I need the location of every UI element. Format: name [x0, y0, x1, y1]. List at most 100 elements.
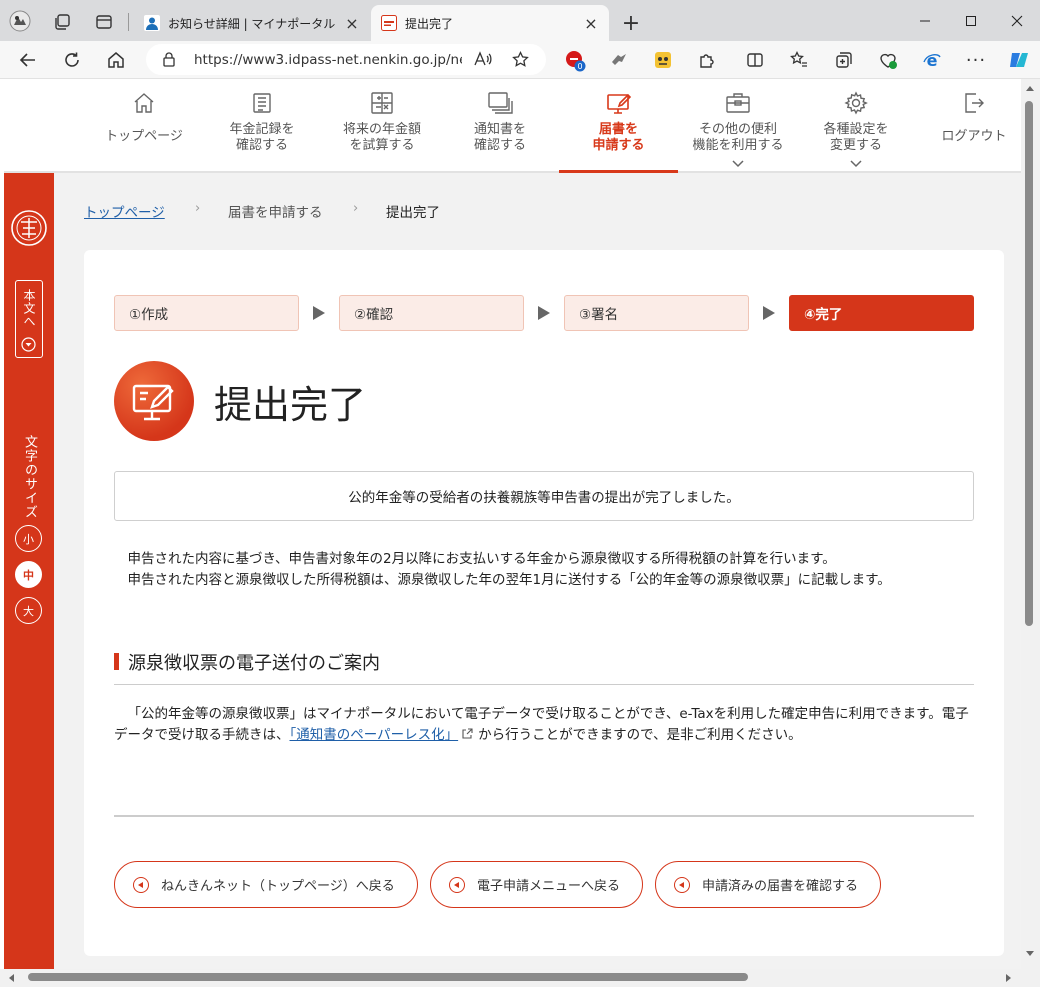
step-arrow-icon — [763, 306, 775, 320]
back-arrow-circle-icon — [674, 876, 690, 893]
home-browser-icon[interactable] — [104, 48, 128, 72]
close-tab-icon[interactable]: × — [583, 14, 599, 33]
skip-label: 本文へ — [22, 289, 36, 328]
site-navigation: トップページ 年金記録を 確認する 将来の年金額 を試算する 通知書を 確認する… — [4, 79, 1021, 173]
nav-label: 届書を 申請する — [592, 122, 645, 153]
scroll-left-icon[interactable] — [8, 974, 14, 982]
section-heading: 源泉徴収票の電子送付のご案内 — [114, 649, 974, 685]
documents-icon — [487, 90, 513, 116]
nav-label: 年金記録を 確認する — [229, 122, 295, 153]
collections-icon[interactable] — [832, 48, 856, 72]
nav-item-top-page[interactable]: トップページ — [88, 79, 200, 173]
chevron-down-icon — [732, 160, 744, 168]
more-menu-icon[interactable]: ··· — [964, 48, 988, 72]
submit-form-icon — [606, 90, 632, 116]
step-arrow-icon — [538, 306, 550, 320]
svg-text:e: e — [927, 51, 938, 70]
font-size-label: 文字のサイズ — [22, 435, 37, 519]
breadcrumb-submit-forms: 届書を申請する — [228, 205, 323, 221]
button-label: 申請済みの届書を確認する — [702, 879, 859, 894]
completion-message: 公的年金等の受給者の扶養親族等申告書の提出が完了しました。 — [348, 490, 740, 506]
logout-icon — [962, 90, 986, 116]
extension-icon[interactable] — [607, 48, 631, 72]
vertical-tabs-icon[interactable] — [92, 10, 116, 34]
breadcrumb-home-link[interactable]: トップページ — [84, 201, 165, 221]
favorite-star-icon[interactable] — [512, 51, 529, 68]
nav-item-notices[interactable]: 通知書を 確認する — [444, 79, 556, 173]
tab-submission-complete[interactable]: 提出完了 × — [371, 5, 609, 41]
step-complete: ④完了 — [789, 295, 974, 331]
tab-mynaportal[interactable]: お知らせ詳細 | マイナポータル × — [134, 5, 370, 41]
scroll-up-icon[interactable] — [1026, 85, 1034, 91]
info-paragraph-2: 申告された内容と源泉徴収した所得税額は、源泉徴収した年の翌年1月に送付する「公的… — [127, 572, 891, 588]
view-submitted-forms-button[interactable]: 申請済みの届書を確認する — [655, 861, 881, 908]
extensions-puzzle-icon[interactable] — [695, 48, 719, 72]
paperless-notice-link[interactable]: 「通知書のペーパーレス化」 — [290, 727, 459, 743]
horizontal-scroll-thumb[interactable] — [28, 973, 748, 981]
home-icon — [132, 90, 156, 116]
adblock-extension-icon[interactable]: 0 — [563, 48, 587, 72]
font-size-large-button[interactable]: 大 — [15, 597, 42, 624]
breadcrumb-current: 提出完了 — [386, 205, 440, 221]
mynaportal-favicon-icon — [144, 15, 160, 31]
completion-card: ①作成 ②確認 ③署名 ④完了 提出完了 公的年金等の受給者の扶養親族等申告書の… — [84, 250, 1004, 956]
arrow-down-circle-icon — [21, 337, 36, 352]
vertical-scrollbar[interactable] — [1021, 79, 1040, 969]
url-text[interactable]: https://www3.idpass-net.nenkin.go.jp/ne.… — [194, 52, 462, 68]
nav-item-other-functions[interactable]: その他の便利 機能を利用する — [682, 79, 794, 173]
scroll-down-icon[interactable] — [1026, 951, 1034, 957]
address-bar[interactable]: https://www3.idpass-net.nenkin.go.jp/ne.… — [146, 44, 546, 75]
nav-item-pension-estimate[interactable]: 将来の年金額 を試算する — [324, 79, 440, 173]
main-content: トップページ › 届書を申請する › 提出完了 ①作成 ②確認 ③署名 ④完了 … — [54, 173, 1021, 969]
browser-essentials-icon[interactable] — [876, 48, 900, 72]
external-link-icon — [462, 728, 473, 739]
favorites-list-icon[interactable] — [787, 48, 811, 72]
browser-tab-strip: お知らせ詳細 | マイナポータル × 提出完了 × + — [0, 0, 1040, 41]
button-label: ねんきんネット（トップページ）へ戻る — [161, 879, 395, 894]
tab-title: 提出完了 — [405, 16, 454, 31]
divider — [114, 815, 974, 817]
copilot-icon[interactable] — [1006, 48, 1030, 72]
read-aloud-icon[interactable] — [474, 51, 492, 67]
nav-item-submit-forms[interactable]: 届書を 申請する — [559, 79, 678, 173]
breadcrumb-chevron-icon: › — [353, 201, 359, 216]
back-arrow-circle-icon — [449, 876, 465, 893]
profile-avatar-icon[interactable] — [8, 9, 32, 33]
split-screen-icon[interactable] — [743, 48, 767, 72]
record-icon — [250, 90, 274, 116]
back-to-top-page-button[interactable]: ねんきんネット（トップページ）へ戻る — [114, 861, 418, 908]
vertical-scroll-thumb[interactable] — [1025, 101, 1033, 626]
back-icon[interactable] — [16, 48, 40, 72]
ie-mode-icon[interactable]: e — [920, 48, 944, 72]
back-arrow-circle-icon — [133, 876, 149, 893]
nav-item-settings[interactable]: 各種設定を 変更する — [800, 79, 912, 173]
close-tab-icon[interactable]: × — [344, 14, 360, 33]
font-size-small-button[interactable]: 小 — [15, 525, 42, 552]
nenkin-logo-icon — [9, 200, 49, 256]
step-arrow-icon — [313, 306, 325, 320]
tampermonkey-extension-icon[interactable] — [651, 48, 675, 72]
refresh-icon[interactable] — [60, 48, 84, 72]
info-paragraph-1: 申告された内容に基づき、申告書対象年の2月以降にお支払いする年金から源泉徴収する… — [127, 551, 836, 567]
nav-item-pension-records[interactable]: 年金記録を 確認する — [206, 79, 318, 173]
horizontal-scrollbar[interactable] — [0, 969, 1040, 987]
nenkin-net-favicon-icon — [381, 15, 397, 31]
step-create: ①作成 — [114, 295, 299, 331]
scroll-right-icon[interactable] — [1006, 974, 1012, 982]
nav-item-logout[interactable]: ログアウト — [918, 79, 1030, 173]
back-to-e-application-menu-button[interactable]: 電子申請メニューへ戻る — [430, 861, 643, 908]
nav-label: 通知書を 確認する — [473, 122, 526, 153]
workspaces-icon[interactable] — [50, 10, 74, 34]
new-tab-icon[interactable]: + — [619, 11, 643, 36]
minimize-window-icon[interactable] — [902, 0, 948, 41]
tab-title: お知らせ詳細 | マイナポータル — [168, 16, 336, 31]
font-size-medium-button[interactable]: 中 — [15, 561, 42, 588]
maximize-window-icon[interactable] — [948, 0, 994, 41]
nav-label: 将来の年金額 を試算する — [342, 122, 421, 153]
gear-icon — [844, 90, 868, 116]
close-window-icon[interactable] — [994, 0, 1040, 41]
chevron-down-icon — [850, 160, 862, 168]
lock-icon[interactable] — [162, 52, 176, 67]
skip-to-content-button[interactable]: 本文へ — [15, 280, 43, 358]
nav-label: 各種設定を 変更する — [823, 122, 889, 153]
